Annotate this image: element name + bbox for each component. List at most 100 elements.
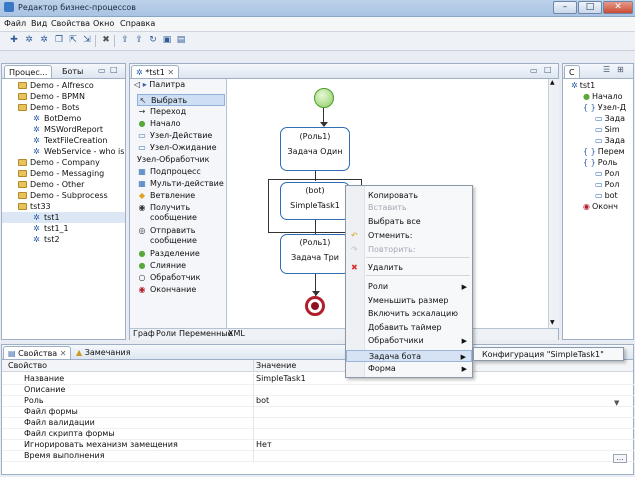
tree-item[interactable]: Demo - Subprocess: [2, 190, 125, 201]
outline-item[interactable]: ● Начало: [565, 91, 633, 102]
tree-view-icon[interactable]: ☰: [603, 65, 610, 74]
tab-problems[interactable]: ▲ Замечания: [72, 346, 135, 359]
outline-item[interactable]: ▭ Зада: [565, 113, 633, 124]
tab-graph[interactable]: Граф: [133, 329, 155, 338]
gear-icon[interactable]: ✲: [23, 34, 35, 46]
tree-item[interactable]: Demo - Bots: [2, 102, 125, 113]
context-menu-item[interactable]: Роли ▶: [346, 281, 472, 293]
property-value[interactable]: SimpleTask1: [256, 373, 306, 384]
outline-item[interactable]: ✲ tst1: [565, 80, 633, 91]
tree-item[interactable]: ✲ tst1: [2, 212, 125, 223]
tab-processes[interactable]: Процес...: [4, 65, 53, 78]
outline-item[interactable]: ▭ Рол: [565, 179, 633, 190]
tab-bots[interactable]: Боты: [58, 65, 87, 78]
outline-item[interactable]: ▭ Зада: [565, 135, 633, 146]
refresh-icon[interactable]: ↻: [147, 34, 159, 46]
menu-help[interactable]: Справка: [120, 19, 155, 28]
palette-item[interactable]: Узел-Обработчик: [137, 154, 225, 166]
context-menu-item[interactable]: Копировать: [346, 190, 472, 202]
palette-item[interactable]: ◆ Ветвление: [137, 190, 225, 202]
menu-view[interactable]: Вид: [31, 19, 47, 28]
palette-item[interactable]: ◉ Получить сообщение: [137, 202, 225, 225]
outline-item[interactable]: { } Роль: [565, 157, 633, 168]
outline-item[interactable]: { } Узел-Д: [565, 102, 633, 113]
palette-item[interactable]: ◎ Отправить сообщение: [137, 225, 225, 248]
outline-item[interactable]: { } Перем: [565, 146, 633, 157]
close-tab-icon[interactable]: ✕: [167, 68, 174, 77]
transition-line[interactable]: [315, 220, 316, 234]
tab-variables[interactable]: Переменные: [179, 329, 233, 338]
minimize-button[interactable]: –: [553, 1, 577, 14]
tree-item[interactable]: ✲ TextFileCreation: [2, 135, 125, 146]
outline-item[interactable]: ▭ bot: [565, 190, 633, 201]
canvas-scrollbar[interactable]: ▲ ▼: [548, 79, 559, 328]
context-menu-item[interactable]: Выбрать все: [346, 216, 472, 228]
palette-item[interactable]: ● Разделение: [137, 248, 225, 260]
palette-item[interactable]: ● Слияние: [137, 260, 225, 272]
scroll-down-icon[interactable]: ▼: [550, 319, 555, 326]
tree-item[interactable]: Demo - BPMN: [2, 91, 125, 102]
tree-item[interactable]: Demo - Alfresco: [2, 80, 125, 91]
tab-editor-tst1[interactable]: ✲ *tst1 ✕: [131, 65, 180, 78]
context-menu-item[interactable]: ↷ Повторить:: [346, 244, 472, 256]
dropdown-arrow-icon[interactable]: ▼: [614, 399, 619, 407]
palette-item[interactable]: → Переход: [137, 106, 225, 118]
copy-icon[interactable]: ❐: [53, 34, 65, 46]
scroll-up-icon[interactable]: ▲: [550, 79, 555, 86]
tree-item[interactable]: Demo - Company: [2, 157, 125, 168]
ellipsis-button[interactable]: …: [613, 454, 627, 463]
end-node[interactable]: [305, 296, 325, 316]
task-node-2[interactable]: (bot) SimpleTask1: [280, 182, 350, 220]
tree-item[interactable]: tst33: [2, 201, 125, 212]
property-value[interactable]: Нет: [256, 439, 272, 450]
delete-icon[interactable]: ✖: [100, 34, 112, 46]
new-icon[interactable]: ✚: [8, 34, 20, 46]
context-menu-item[interactable]: Форма ▶: [346, 363, 472, 375]
palette-item[interactable]: ▦ Подпроцесс: [137, 166, 225, 178]
context-menu-item[interactable]: Включить эскалацию: [346, 308, 472, 320]
context-menu-item[interactable]: ✖ Удалить: [346, 262, 472, 274]
palette-item[interactable]: ▭ Узел-Действие: [137, 130, 225, 142]
import-icon[interactable]: ⇲: [81, 34, 93, 46]
palette-item[interactable]: ▭ Узел-Ожидание: [137, 142, 225, 154]
menu-properties[interactable]: Свойства: [51, 19, 90, 28]
tree-collapse-icon[interactable]: ⊞: [617, 65, 624, 74]
tree-item[interactable]: ✲ tst1_1: [2, 223, 125, 234]
tree-item[interactable]: Demo - Messaging: [2, 168, 125, 179]
close-button[interactable]: ✕: [603, 1, 633, 14]
palette-collapse-icon[interactable]: ◁: [134, 80, 140, 89]
export-icon[interactable]: ⇱: [67, 34, 79, 46]
maximize-view-icon[interactable]: □: [110, 65, 118, 74]
palette-item[interactable]: ▦ Мульти-действие: [137, 178, 225, 190]
maximize-button[interactable]: □: [578, 1, 602, 14]
settings-icon[interactable]: ✲: [38, 34, 50, 46]
palette-item[interactable]: ↖ Выбрать: [137, 94, 225, 106]
palette-item[interactable]: ○ Обработчик: [137, 272, 225, 284]
minimize-view-icon[interactable]: ▭: [98, 66, 106, 75]
save-all-icon[interactable]: ▤: [175, 34, 187, 46]
outline-item[interactable]: ◉ Оконч: [565, 201, 633, 212]
context-menu-item[interactable]: Задача бота ▶: [346, 350, 472, 362]
maximize-view-icon[interactable]: □: [544, 65, 552, 74]
bot-config-menu-item[interactable]: Конфигурация "SimpleTask1": [482, 349, 604, 360]
tab-outline[interactable]: С: [564, 65, 580, 78]
context-menu-item[interactable]: ↶ Отменить:: [346, 230, 472, 242]
property-value[interactable]: bot: [256, 395, 269, 406]
task-node-3[interactable]: (Роль1) Задача Три: [280, 234, 350, 274]
context-menu-item[interactable]: Уменьшить размер: [346, 295, 472, 307]
task-node-1[interactable]: (Роль1) Задача Один: [280, 127, 350, 171]
tree-item[interactable]: ✲ BotDemo: [2, 113, 125, 124]
tab-roles[interactable]: Роли: [156, 329, 176, 338]
tree-item[interactable]: ✲ WebService - who is: [2, 146, 125, 157]
menu-file[interactable]: Файл: [4, 19, 26, 28]
deploy-icon[interactable]: ⇪: [119, 34, 131, 46]
close-tab-icon[interactable]: ✕: [60, 349, 67, 358]
tab-properties[interactable]: ▤ Свойства ✕: [3, 346, 72, 359]
minimize-view-icon[interactable]: ▭: [530, 66, 538, 75]
save-icon[interactable]: ▣: [161, 34, 173, 46]
outline-item[interactable]: ▭ Рол: [565, 168, 633, 179]
menu-window[interactable]: Окно: [93, 19, 114, 28]
tab-xml[interactable]: XML: [228, 329, 245, 338]
tree-item[interactable]: ✲ tst2: [2, 234, 125, 245]
tree-item[interactable]: Demo - Other: [2, 179, 125, 190]
